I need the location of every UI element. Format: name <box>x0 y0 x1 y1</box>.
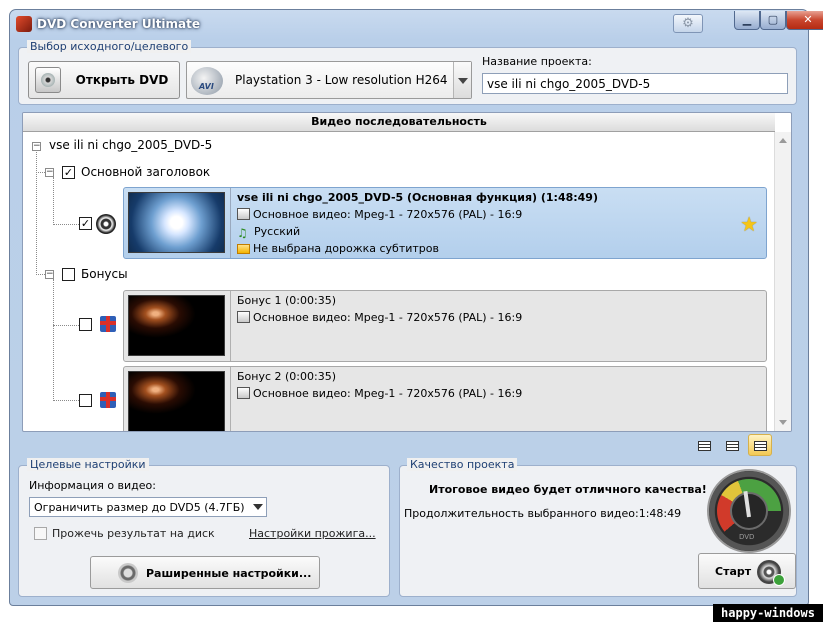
settings-gear-icon[interactable]: ⚙ <box>673 14 703 33</box>
audio-track-text: Русский <box>254 225 301 238</box>
star-favorite-icon[interactable]: ★ <box>740 212 758 236</box>
scroll-up-icon[interactable] <box>775 132 791 149</box>
video-track-line: Основное видео: Mpeg-1 - 720x576 (PAL) -… <box>237 311 522 324</box>
start-label: Старт <box>715 565 752 578</box>
quality-group-title: Качество проекта <box>407 458 518 471</box>
subtitle-track-line[interactable]: Не выбрана дорожка субтитров <box>237 242 439 255</box>
selected-duration: Продолжительность выбранного видео:1:48:… <box>404 507 682 520</box>
bonus-group-checkbox[interactable] <box>62 268 75 281</box>
open-dvd-label: Открыть DVD <box>75 73 169 87</box>
video-track-line: Основное видео: Mpeg-1 - 720x576 (PAL) -… <box>237 208 522 221</box>
tree-connector <box>53 224 79 225</box>
gauge-label: DVD <box>739 533 755 541</box>
advanced-settings-button[interactable]: Раширенные настройки... <box>90 556 320 589</box>
dvd-disc-icon <box>35 67 61 93</box>
bonus-1-checkbox[interactable] <box>79 318 92 331</box>
avi-format-icon: AVI <box>191 67 223 95</box>
video-track-text: Основное видео: Mpeg-1 - 720x576 (PAL) -… <box>253 387 523 400</box>
collapse-main-icon[interactable]: − <box>45 168 54 177</box>
video-thumbnail <box>128 192 225 253</box>
minimize-button[interactable]: ▁ <box>734 11 760 30</box>
tree-connector <box>53 325 79 326</box>
view-thumbnail-button[interactable] <box>748 434 772 456</box>
audio-track-line[interactable]: ♫ Русский <box>237 225 301 240</box>
gift-bonus-icon <box>100 392 116 408</box>
video-sequence-header: Видео последовательность <box>23 113 775 132</box>
gift-bonus-icon <box>100 316 116 332</box>
list-view-icon <box>698 441 711 451</box>
watermark: happy-windows <box>713 604 823 622</box>
tools-gear-icon <box>118 563 138 583</box>
burn-to-disc-label: Прожечь результат на диск <box>52 527 215 540</box>
tree-root-label: vse ili ni chgo_2005_DVD-5 <box>49 138 213 152</box>
item-details: Бонус 1 (0:00:35) Основное видео: Mpeg-1… <box>230 291 766 361</box>
video-track-icon <box>237 311 250 323</box>
main-item-checkbox[interactable]: ✓ <box>79 217 92 230</box>
collapse-bonus-icon[interactable]: − <box>45 270 54 279</box>
video-track-text: Основное видео: Mpeg-1 - 720x576 (PAL) -… <box>253 311 523 324</box>
project-name-label: Название проекта: <box>482 55 592 68</box>
tree-connector <box>53 279 54 401</box>
bonus-item-1[interactable]: Бонус 1 (0:00:35) Основное видео: Mpeg-1… <box>123 290 767 362</box>
bonus-group-label: Бонусы <box>81 267 128 281</box>
size-limit-value: Ограничить размер до DVD5 (4.7ГБ) <box>34 501 245 514</box>
output-profile-value: Playstation 3 - Low resolution H264 <box>235 73 448 87</box>
target-group-title: Целевые настройки <box>27 458 149 471</box>
item-title: Бонус 1 (0:00:35) <box>237 294 337 307</box>
scroll-down-icon[interactable] <box>775 414 791 431</box>
video-sequence-panel: Видео последовательность − vse ili ni ch… <box>22 112 792 432</box>
advanced-settings-label: Раширенные настройки... <box>146 567 312 580</box>
film-reel-icon <box>96 214 116 234</box>
window-title: DVD Converter Ultimate <box>37 17 201 31</box>
video-info-label: Информация о видео: <box>29 479 156 492</box>
video-track-line: Основное видео: Mpeg-1 - 720x576 (PAL) -… <box>237 387 522 400</box>
chevron-down-icon <box>253 504 263 510</box>
view-list-button[interactable] <box>692 434 716 456</box>
music-note-icon: ♫ <box>237 226 248 240</box>
item-details: vse ili ni chgo_2005_DVD-5 (Основная фун… <box>230 188 766 258</box>
item-details: Бонус 2 (0:00:35) Основное видео: Mpeg-1… <box>230 367 766 431</box>
vertical-scrollbar[interactable] <box>774 132 791 431</box>
thumbnail-view-icon <box>754 441 767 451</box>
item-title: vse ili ni chgo_2005_DVD-5 (Основная фун… <box>237 191 598 204</box>
collapse-root-icon[interactable]: − <box>32 142 41 151</box>
title-bar: DVD Converter Ultimate ⚙ ▁ ▢ ✕ <box>10 10 823 38</box>
bonus-item-2[interactable]: Бонус 2 (0:00:35) Основное видео: Mpeg-1… <box>123 366 767 431</box>
bonus-2-checkbox[interactable] <box>79 394 92 407</box>
film-reel-start-icon <box>757 560 785 586</box>
video-track-text: Основное видео: Mpeg-1 - 720x576 (PAL) -… <box>253 208 523 221</box>
video-track-icon <box>237 208 250 220</box>
close-button[interactable]: ✕ <box>786 11 823 30</box>
tree-connector <box>53 400 79 401</box>
view-compact-button[interactable] <box>720 434 744 456</box>
subtitle-icon <box>237 244 250 254</box>
source-group-title: Выбор исходного/целевого <box>27 40 192 53</box>
quality-gauge: DVD <box>707 469 791 553</box>
video-thumbnail <box>128 371 225 431</box>
open-dvd-button[interactable]: Открыть DVD <box>28 61 180 99</box>
chevron-down-icon[interactable] <box>453 62 471 98</box>
size-limit-select[interactable]: Ограничить размер до DVD5 (4.7ГБ) <box>29 497 267 517</box>
output-profile-select[interactable]: AVI Playstation 3 - Low resolution H264 <box>186 61 472 99</box>
quality-message: Итоговое видео будет отличного качества! <box>429 483 707 496</box>
project-name-input[interactable] <box>482 73 788 94</box>
video-thumbnail <box>128 295 225 356</box>
burn-settings-link[interactable]: Настройки прожига... <box>249 527 376 540</box>
item-title: Бонус 2 (0:00:35) <box>237 370 337 383</box>
main-title-checkbox[interactable]: ✓ <box>62 166 75 179</box>
maximize-button[interactable]: ▢ <box>760 11 786 30</box>
start-button[interactable]: Старт <box>698 553 796 589</box>
tree-connector <box>36 152 37 275</box>
app-logo-icon <box>16 16 32 32</box>
video-track-icon <box>237 387 250 399</box>
burn-to-disc-checkbox[interactable] <box>34 527 47 540</box>
tree-connector <box>53 177 54 225</box>
main-title-group-label: Основной заголовок <box>81 165 211 179</box>
main-title-item[interactable]: vse ili ni chgo_2005_DVD-5 (Основная фун… <box>123 187 767 259</box>
compact-view-icon <box>726 441 739 451</box>
subtitle-track-text: Не выбрана дорожка субтитров <box>253 242 439 255</box>
